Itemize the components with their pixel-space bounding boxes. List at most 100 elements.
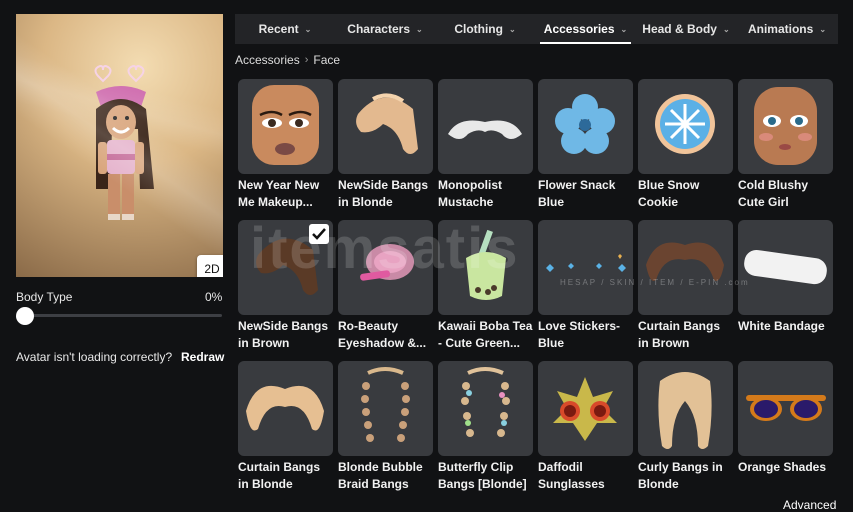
item-card[interactable]: Butterfly Clip Bangs [Blonde] [438,361,533,493]
item-name: Curly Bangs in Blonde [638,460,723,491]
blonde-curtain-bangs-icon [246,385,324,431]
eyeshadow-icon [360,244,414,281]
item-thumbnail[interactable] [638,361,733,456]
item-card[interactable]: NewSide Bangs in Brown [238,220,333,352]
item-card[interactable]: White Bandage [738,220,833,352]
item-card[interactable]: Flower Snack Blue [538,79,633,211]
breadcrumb: Accessories › Face [235,53,340,67]
bandage-icon [744,249,827,285]
item-name: Kawaii Boba Tea - Cute Green... [438,319,533,350]
item-name: Cold Blushy Cute Girl [738,178,809,209]
tab-label: Head & Body [642,22,717,36]
item-thumbnail[interactable] [638,79,733,174]
chevron-down-icon: ⌄ [508,24,516,34]
item-thumbnail[interactable] [538,220,633,315]
item-name: NewSide Bangs in Brown [238,319,329,350]
item-card[interactable]: Orange Shades [738,361,833,493]
item-card[interactable]: Ro-Beauty Eyeshadow &... [338,220,433,352]
tab-recent[interactable]: Recent ⌄ [235,14,335,44]
tab-accessories[interactable]: Accessories ⌄ [535,14,636,44]
face-blush-icon [754,87,817,165]
item-thumbnail[interactable] [438,361,533,456]
tab-label: Clothing [454,22,503,36]
blue-flower-icon [555,94,615,154]
item-name: New Year New Me Makeup... [238,178,320,209]
item-name: Butterfly Clip Bangs [Blonde] [438,460,527,491]
tab-head-body[interactable]: Head & Body ⌄ [636,14,736,44]
breadcrumb-current: Face [313,53,341,67]
body-type-slider-thumb[interactable] [16,307,34,325]
item-card[interactable]: New Year New Me Makeup... [238,79,333,211]
body-type-label: Body Type [16,290,73,304]
avatar-preview[interactable]: 2D [16,14,223,277]
item-thumbnail[interactable] [738,361,833,456]
curly-bangs-icon [658,372,712,449]
item-name: Ro-Beauty Eyeshadow &... [338,319,427,350]
blonde-bangs-icon [356,93,418,154]
item-thumbnail[interactable] [238,361,333,456]
category-tabbar: Recent ⌄ Characters ⌄ Clothing ⌄ Accessorie… [235,14,838,44]
chevron-down-icon: ⌄ [304,24,312,34]
item-name: Blue Snow Cookie [638,178,700,209]
face-makeup-icon [252,85,319,165]
tab-clothing[interactable]: Clothing ⌄ [435,14,535,44]
item-card[interactable]: Curtain Bangs in Blonde [238,361,333,493]
item-name: Orange Shades [738,460,827,474]
item-thumbnail[interactable] [338,361,433,456]
breadcrumb-parent[interactable]: Accessories [235,53,300,67]
item-card[interactable]: Curtain Bangs in Brown [638,220,733,352]
item-thumbnail[interactable] [638,220,733,315]
mustache-icon [448,120,522,139]
item-card[interactable]: NewSide Bangs in Blonde [338,79,433,211]
daffodil-sunglasses-icon [553,377,617,441]
item-name: Curtain Bangs in Brown [638,319,721,350]
redraw-link[interactable]: Redraw [181,350,224,364]
braid-bangs-icon [361,367,410,442]
chevron-right-icon: › [304,54,309,66]
item-thumbnail[interactable] [538,79,633,174]
item-thumbnail[interactable] [338,220,433,315]
light-rays [16,14,223,277]
toggle-2d-button[interactable]: 2D [197,255,223,277]
brown-curtain-bangs-icon [646,242,724,281]
item-thumbnail[interactable] [338,79,433,174]
butterfly-clip-icon [461,367,510,437]
tab-characters[interactable]: Characters ⌄ [335,14,435,44]
item-thumbnail[interactable] [738,220,833,315]
item-card[interactable]: Blonde Bubble Braid Bangs [338,361,433,493]
tab-label: Animations [747,22,814,36]
item-name: Flower Snack Blue [538,178,616,209]
item-name: White Bandage [738,319,825,333]
item-thumbnail[interactable] [238,79,333,174]
item-thumbnail[interactable] [438,79,533,174]
snow-cookie-icon [655,94,715,154]
item-thumbnail[interactable] [438,220,533,315]
item-card[interactable]: Love Stickers-Blue [538,220,633,352]
body-type-slider-track[interactable] [24,314,222,317]
item-card[interactable]: Cold Blushy Cute Girl [738,79,833,211]
item-card[interactable]: Curly Bangs in Blonde [638,361,733,493]
boba-tea-icon [466,229,506,300]
item-name: NewSide Bangs in Blonde [338,178,429,209]
orange-shades-icon [746,395,826,421]
item-card[interactable]: Kawaii Boba Tea - Cute Green... [438,220,533,352]
tab-label: Accessories [543,22,615,36]
item-card[interactable]: Monopolist Mustache [438,79,533,211]
item-thumbnail[interactable] [538,361,633,456]
item-card[interactable]: Daffodil Sunglasses [538,361,633,493]
item-name: Monopolist Mustache [438,178,502,209]
item-name: Love Stickers-Blue [538,319,621,350]
chevron-down-icon: ⌄ [722,24,730,34]
tab-animations[interactable]: Animations ⌄ [736,14,838,44]
item-thumbnail[interactable] [238,220,333,315]
item-thumbnail[interactable] [738,79,833,174]
avatar-loading-text: Avatar isn't loading correctly? [16,350,173,364]
item-name: Daffodil Sunglasses [538,460,605,491]
equipped-checkmark-icon [309,224,329,244]
chevron-down-icon: ⌄ [416,24,423,34]
item-card[interactable]: Blue Snow Cookie [638,79,733,211]
love-stickers-icon [546,254,626,272]
body-type-value: 0% [205,290,223,304]
item-name: Curtain Bangs in Blonde [238,460,321,491]
tab-label: Characters [347,22,410,36]
